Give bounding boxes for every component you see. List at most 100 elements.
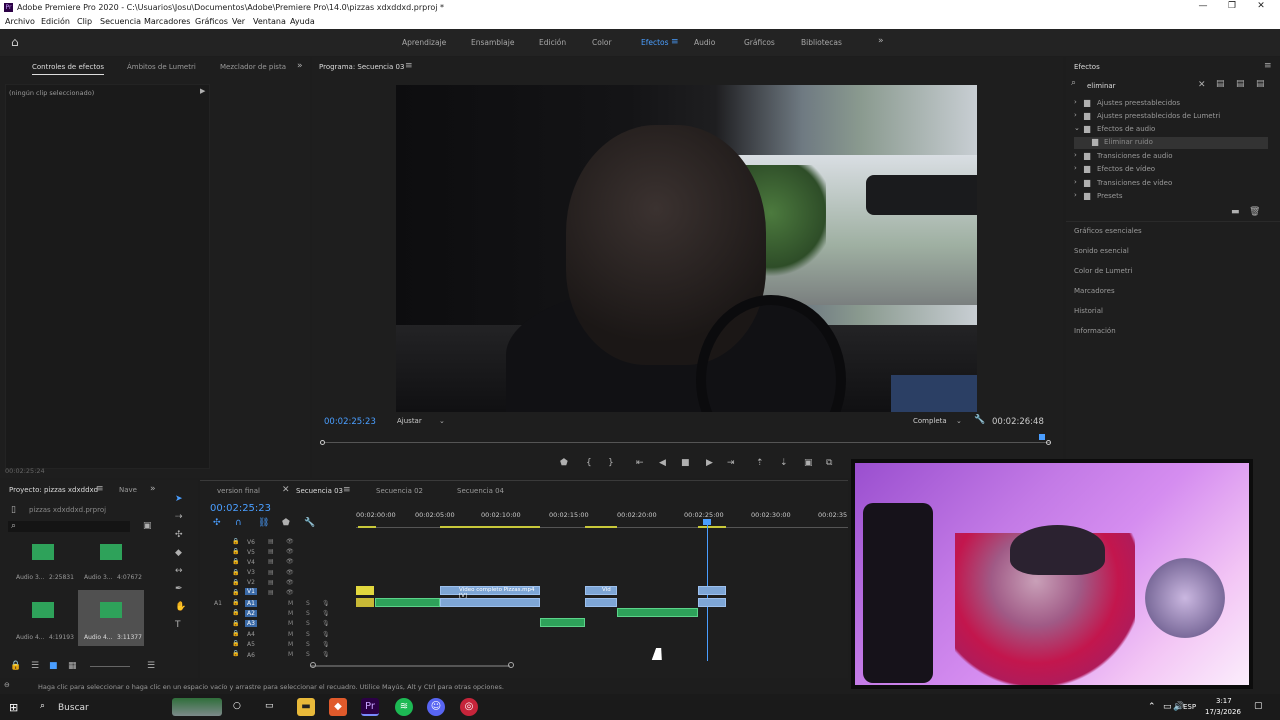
tray-chevron-icon[interactable]: ⌃ xyxy=(1148,702,1156,712)
video-clip-short[interactable]: Víd xyxy=(585,586,617,595)
more-workspaces-icon[interactable]: » xyxy=(878,36,884,46)
menu-ver[interactable]: Ver xyxy=(232,17,245,26)
markers-panel[interactable]: Marcadores xyxy=(1074,287,1115,295)
cortana-icon[interactable]: ○ xyxy=(233,701,241,711)
tab-secuencia-04[interactable]: Secuencia 04 xyxy=(457,487,504,495)
slip-tool-icon[interactable]: ↔ xyxy=(175,566,183,576)
menu-ventana[interactable]: Ventana xyxy=(253,17,286,26)
wrench-icon[interactable]: 🔧 xyxy=(974,415,985,425)
project-item[interactable]: Audio 3... 4:07672 xyxy=(80,536,146,586)
audio-clip-linked[interactable] xyxy=(585,598,617,607)
microphone-icon[interactable]: 🎙 🎙 🎙 🎙 🎙 🎙 xyxy=(322,599,332,661)
program-scrubber[interactable] xyxy=(320,434,1051,449)
play-icon[interactable]: ▶ xyxy=(706,458,713,468)
windows-start-icon[interactable]: ⊞ xyxy=(9,701,18,714)
tree-item[interactable]: › ▆ Presets xyxy=(1074,191,1272,203)
history-panel[interactable]: Historial xyxy=(1074,307,1103,315)
mark-in-icon[interactable]: { xyxy=(586,458,592,468)
search-icon[interactable]: ⌕ xyxy=(40,701,45,711)
ripple-edit-icon[interactable]: ✣ xyxy=(175,530,183,540)
effects-search-input[interactable]: eliminar xyxy=(1087,82,1116,90)
yuv-effects-icon[interactable]: ▤ xyxy=(1256,79,1265,89)
obs-icon[interactable]: ◎ xyxy=(460,698,478,716)
type-tool-icon[interactable]: T xyxy=(175,620,181,630)
menu-graficos[interactable]: Gráficos xyxy=(195,17,228,26)
marker-icon[interactable]: ⬟ xyxy=(560,458,568,468)
sync-lock-icon[interactable]: ▤ ▤ ▤ ▤ ▤ ▤ xyxy=(268,537,278,599)
list-view-icon[interactable]: ☰ xyxy=(31,661,39,671)
eye-icon[interactable]: 👁 👁 👁 👁 👁 👁 xyxy=(286,537,296,599)
audio-clip-yellow[interactable] xyxy=(356,598,374,607)
panel-menu-icon[interactable]: ≡ xyxy=(343,485,351,495)
close-icon[interactable]: ✕ xyxy=(282,485,290,495)
chevron-down-icon[interactable]: ⌄ xyxy=(439,417,445,425)
scroll-handle[interactable] xyxy=(310,662,316,668)
hamburger-icon[interactable]: ≡ xyxy=(671,37,679,47)
tab-navigator[interactable]: Nave xyxy=(119,486,137,494)
menu-ayuda[interactable]: Ayuda xyxy=(290,17,315,26)
audio-clip[interactable] xyxy=(540,618,585,627)
tab-secuencia-03[interactable]: Secuencia 03 xyxy=(296,487,343,495)
more-tabs-icon[interactable]: » xyxy=(150,484,156,494)
project-item-selected[interactable]: Audio 4... 3:11377 xyxy=(78,590,144,646)
delete-icon[interactable]: 🗑 xyxy=(1249,207,1260,217)
clear-search-icon[interactable]: ✕ xyxy=(1198,80,1206,90)
timeline-scrollbar[interactable] xyxy=(310,665,510,667)
audio-clip[interactable] xyxy=(617,608,698,617)
menu-edicion[interactable]: Edición xyxy=(41,17,70,26)
add-marker-icon[interactable]: ⬟ xyxy=(282,518,290,528)
playhead-handle[interactable] xyxy=(703,519,711,525)
track-select-icon[interactable]: ⇢ xyxy=(175,512,183,522)
32bit-effects-icon[interactable]: ▤ xyxy=(1236,79,1245,89)
play-arrow-icon[interactable]: ▶ xyxy=(200,87,205,95)
step-back-icon[interactable]: ◀ xyxy=(659,458,666,468)
panel-menu-icon[interactable]: ≡ xyxy=(405,61,413,71)
solo-icon[interactable]: SSSSSS xyxy=(306,599,316,661)
video-clip-main[interactable]: Vídeo completo Pizzas.mp4 [V] xyxy=(440,586,540,599)
tree-item[interactable]: › ▆ Efectos de vídeo xyxy=(1074,164,1272,176)
tree-item[interactable]: › ▆ Ajustes preestablecidos de Lumetri xyxy=(1074,111,1272,123)
freeform-view-icon[interactable]: ▦ xyxy=(68,661,77,671)
scroll-handle[interactable] xyxy=(508,662,514,668)
close-icon[interactable]: ✕ xyxy=(1249,1,1273,13)
new-bin-icon[interactable]: ▣ xyxy=(143,521,152,531)
chevron-down-icon[interactable]: ⌄ xyxy=(956,417,962,425)
minimize-icon[interactable]: — xyxy=(1191,1,1215,13)
premiere-pro-icon[interactable]: Pr xyxy=(361,698,379,716)
lumetri-color-panel[interactable]: Color de Lumetri xyxy=(1074,267,1132,275)
discord-icon[interactable]: ☺ xyxy=(427,698,445,716)
timeline-settings-icon[interactable]: 🔧 xyxy=(304,518,315,528)
ws-efectos[interactable]: Efectos xyxy=(641,38,669,47)
video-clip-yellow[interactable] xyxy=(356,586,374,595)
mute-icon[interactable]: MMMMMM xyxy=(288,599,298,661)
icon-view-icon[interactable]: ■ xyxy=(49,661,58,671)
project-item[interactable]: Audio 4... 4:19193 xyxy=(4,592,80,646)
tab-lumetri-scopes[interactable]: Ámbitos de Lumetri xyxy=(127,63,196,71)
razor-icon[interactable]: ◆ xyxy=(175,548,182,558)
new-bin-icon[interactable]: ▬ xyxy=(1231,207,1240,217)
project-item[interactable]: Audio 3... 2:25831 xyxy=(4,536,80,586)
menu-archivo[interactable]: Archivo xyxy=(5,17,35,26)
sort-icon[interactable]: ☰ xyxy=(147,661,155,671)
spotify-icon[interactable]: ≋ xyxy=(395,698,413,716)
maximize-icon[interactable]: ❐ xyxy=(1220,1,1244,13)
more-tabs-icon[interactable]: » xyxy=(297,61,303,71)
track-label-a2[interactable]: A2 xyxy=(245,610,257,617)
lock-icon[interactable]: 🔒 🔒 🔒 🔒 🔒 🔒 🔒 🔒 🔒 🔒 🔒 🔒 xyxy=(232,537,242,659)
accelerated-effects-icon[interactable]: ▤ xyxy=(1216,79,1225,89)
stop-icon[interactable]: ■ xyxy=(681,458,690,468)
tree-item[interactable]: › ▆ Transiciones de audio xyxy=(1074,151,1272,163)
ws-audio[interactable]: Audio xyxy=(694,38,715,47)
clock-time[interactable]: 3:17 xyxy=(1216,697,1232,705)
brave-browser-icon[interactable]: ◆ xyxy=(329,698,347,716)
lift-icon[interactable]: ⇡ xyxy=(756,458,764,468)
ws-graficos[interactable]: Gráficos xyxy=(744,38,775,47)
insert-nest-icon[interactable]: ✣ xyxy=(213,518,221,528)
ws-ensamblaje[interactable]: Ensamblaje xyxy=(471,38,514,47)
ws-edicion[interactable]: Edición xyxy=(539,38,566,47)
notifications-icon[interactable]: ▢ xyxy=(1254,701,1263,711)
selection-tool-icon[interactable]: ➤ xyxy=(175,494,183,504)
fit-dropdown[interactable]: Ajustar xyxy=(397,417,422,425)
quality-dropdown[interactable]: Completa xyxy=(913,417,947,425)
camera-icon[interactable]: ▣ xyxy=(804,458,813,468)
